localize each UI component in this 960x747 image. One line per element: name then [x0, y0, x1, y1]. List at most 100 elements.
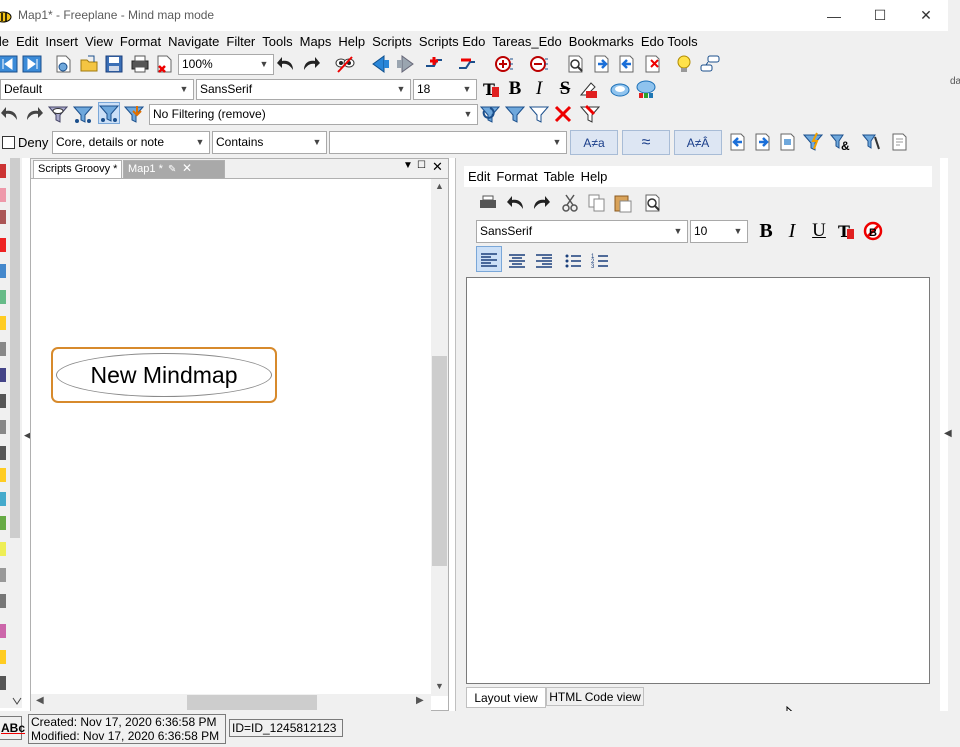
menu-view[interactable]: View	[85, 34, 113, 49]
align-left-button[interactable]	[476, 246, 502, 272]
menu-edit[interactable]: Edit	[16, 34, 38, 49]
maximize-button[interactable]: ☐	[857, 0, 903, 31]
apply-filter-icon[interactable]	[803, 132, 823, 152]
align-right-icon[interactable]	[532, 248, 556, 272]
pin-icon[interactable]: ✎	[168, 161, 176, 178]
find-next-icon[interactable]	[592, 54, 612, 74]
open-map-icon[interactable]	[79, 54, 99, 74]
cloud-icon[interactable]	[610, 79, 630, 99]
spellcheck-status[interactable]: ABc	[0, 716, 25, 740]
last-node-icon[interactable]	[22, 54, 42, 74]
root-node[interactable]: New Mindmap	[56, 353, 272, 397]
copy-icon[interactable]	[587, 193, 607, 213]
paste-icon[interactable]	[613, 193, 633, 213]
bullet-list-icon[interactable]	[561, 248, 585, 272]
match-case-button[interactable]: A≠a	[570, 130, 618, 155]
lightbulb-icon[interactable]	[674, 54, 694, 74]
select-all-icon[interactable]	[643, 54, 663, 74]
editor-italic-button[interactable]: I	[782, 220, 802, 242]
menu-help[interactable]: Help	[338, 34, 365, 49]
menu-bookmarks[interactable]: Bookmarks	[569, 34, 634, 49]
editor-bold-button[interactable]: B	[756, 220, 776, 242]
menu-scripts-edo[interactable]: Scripts Edo	[419, 34, 485, 49]
menu-maps[interactable]: Maps	[300, 34, 332, 49]
find-previous-filter-icon[interactable]	[728, 132, 748, 152]
horizontal-scrollbar[interactable]: ◀ ▶	[31, 694, 431, 711]
no-filter-icon[interactable]	[553, 104, 573, 124]
menu-filter[interactable]: Filter	[226, 34, 255, 49]
hscroll-thumb[interactable]	[187, 695, 317, 710]
filter-operator-combo[interactable]: Contains ▼	[212, 131, 327, 154]
find-icon[interactable]	[566, 54, 586, 74]
or-filter-icon[interactable]	[862, 132, 882, 152]
cut-icon[interactable]	[560, 193, 580, 213]
menu-navigate[interactable]: Navigate	[168, 34, 219, 49]
deny-checkbox[interactable]	[2, 136, 15, 149]
print-icon[interactable]	[130, 54, 150, 74]
filter-selected-icon[interactable]	[73, 104, 93, 124]
menu-insert[interactable]: Insert	[45, 34, 78, 49]
unfold-icon[interactable]	[494, 54, 514, 74]
tab-map1[interactable]: Map1 * ✎ ✕	[123, 160, 225, 178]
menu-format[interactable]: Format	[120, 34, 161, 49]
editor-size-combo[interactable]: 10 ▼	[690, 220, 748, 243]
filter-undo-icon[interactable]	[505, 104, 525, 124]
editor-menu-help[interactable]: Help	[581, 169, 608, 184]
ignore-diacritics-button[interactable]: A≠Â	[674, 130, 722, 155]
edit-filter-icon[interactable]	[890, 132, 910, 152]
filter-ancestors-icon[interactable]	[98, 102, 120, 124]
menu-scripts[interactable]: Scripts	[372, 34, 412, 49]
tab-menu-icon[interactable]: ▼	[403, 160, 413, 171]
text-color-icon[interactable]: T	[481, 79, 501, 99]
editor-find-icon[interactable]	[643, 193, 663, 213]
icon-palette-icon[interactable]	[0, 158, 22, 708]
scroll-up-icon[interactable]: ▲	[435, 181, 444, 191]
menu-edo-tools[interactable]: Edo Tools	[641, 34, 698, 49]
menu-tareas-edo[interactable]: Tareas_Edo	[492, 34, 561, 49]
editor-font-combo[interactable]: SansSerif ▼	[476, 220, 688, 243]
style-combo[interactable]: Default ▼	[0, 79, 194, 100]
scroll-thumb[interactable]	[432, 356, 447, 566]
filter-value-combo[interactable]: ▼	[329, 131, 567, 154]
remove-node-icon[interactable]	[457, 54, 477, 74]
menu-ile[interactable]: ile	[0, 34, 9, 49]
vertical-scrollbar[interactable]: ▲ ▼	[431, 179, 448, 696]
fold-icon[interactable]	[529, 54, 549, 74]
editor-undo-icon[interactable]	[506, 193, 526, 213]
new-map-icon[interactable]	[53, 54, 73, 74]
zoom-combo[interactable]: 100% ▼	[178, 54, 274, 75]
quick-filter-icon[interactable]	[580, 104, 600, 124]
editor-text-color-icon[interactable]: T	[836, 221, 856, 241]
approximate-match-button[interactable]: ≈	[622, 130, 670, 155]
mindmap-layout-icon[interactable]	[700, 54, 720, 74]
redo-icon[interactable]	[301, 54, 321, 74]
tab-scripts-groovy[interactable]: Scripts Groovy *	[33, 160, 123, 178]
align-center-icon[interactable]	[505, 248, 529, 272]
editor-clear-format-icon[interactable]: B	[863, 221, 883, 241]
close-tab-icon[interactable]: ✕	[182, 160, 192, 177]
font-family-combo[interactable]: SansSerif ▼	[196, 79, 411, 100]
font-size-combo[interactable]: 18 ▼	[413, 79, 477, 100]
close-map-icon[interactable]	[154, 54, 174, 74]
editor-redo-icon[interactable]	[531, 193, 551, 213]
redo-filter-icon[interactable]	[24, 104, 44, 124]
reapply-filter-icon[interactable]	[480, 104, 500, 124]
save-icon[interactable]	[104, 54, 124, 74]
restore-icon[interactable]: ☐	[417, 160, 426, 171]
scroll-left-icon[interactable]: ◀	[36, 695, 44, 706]
editor-menu-table[interactable]: Table	[544, 169, 575, 184]
filter-scope-combo[interactable]: Core, details or note ▼	[52, 131, 210, 154]
root-node-selection[interactable]: New Mindmap	[51, 347, 277, 403]
filter-redo-icon[interactable]	[529, 104, 549, 124]
filter-eye-icon[interactable]	[48, 104, 68, 124]
italic-button[interactable]: I	[529, 78, 549, 99]
undo-filter-icon[interactable]	[0, 104, 20, 124]
editor-menu-format[interactable]: Format	[496, 169, 537, 184]
close-button[interactable]: ✕	[903, 0, 949, 31]
minimize-button[interactable]: —	[811, 0, 857, 31]
and-filter-icon[interactable]: &	[830, 132, 850, 152]
note-editing-area[interactable]	[466, 277, 930, 684]
scroll-right-icon[interactable]: ▶	[416, 695, 424, 706]
eyes-icon[interactable]	[335, 54, 355, 74]
strikethrough-button[interactable]: S	[555, 78, 575, 99]
